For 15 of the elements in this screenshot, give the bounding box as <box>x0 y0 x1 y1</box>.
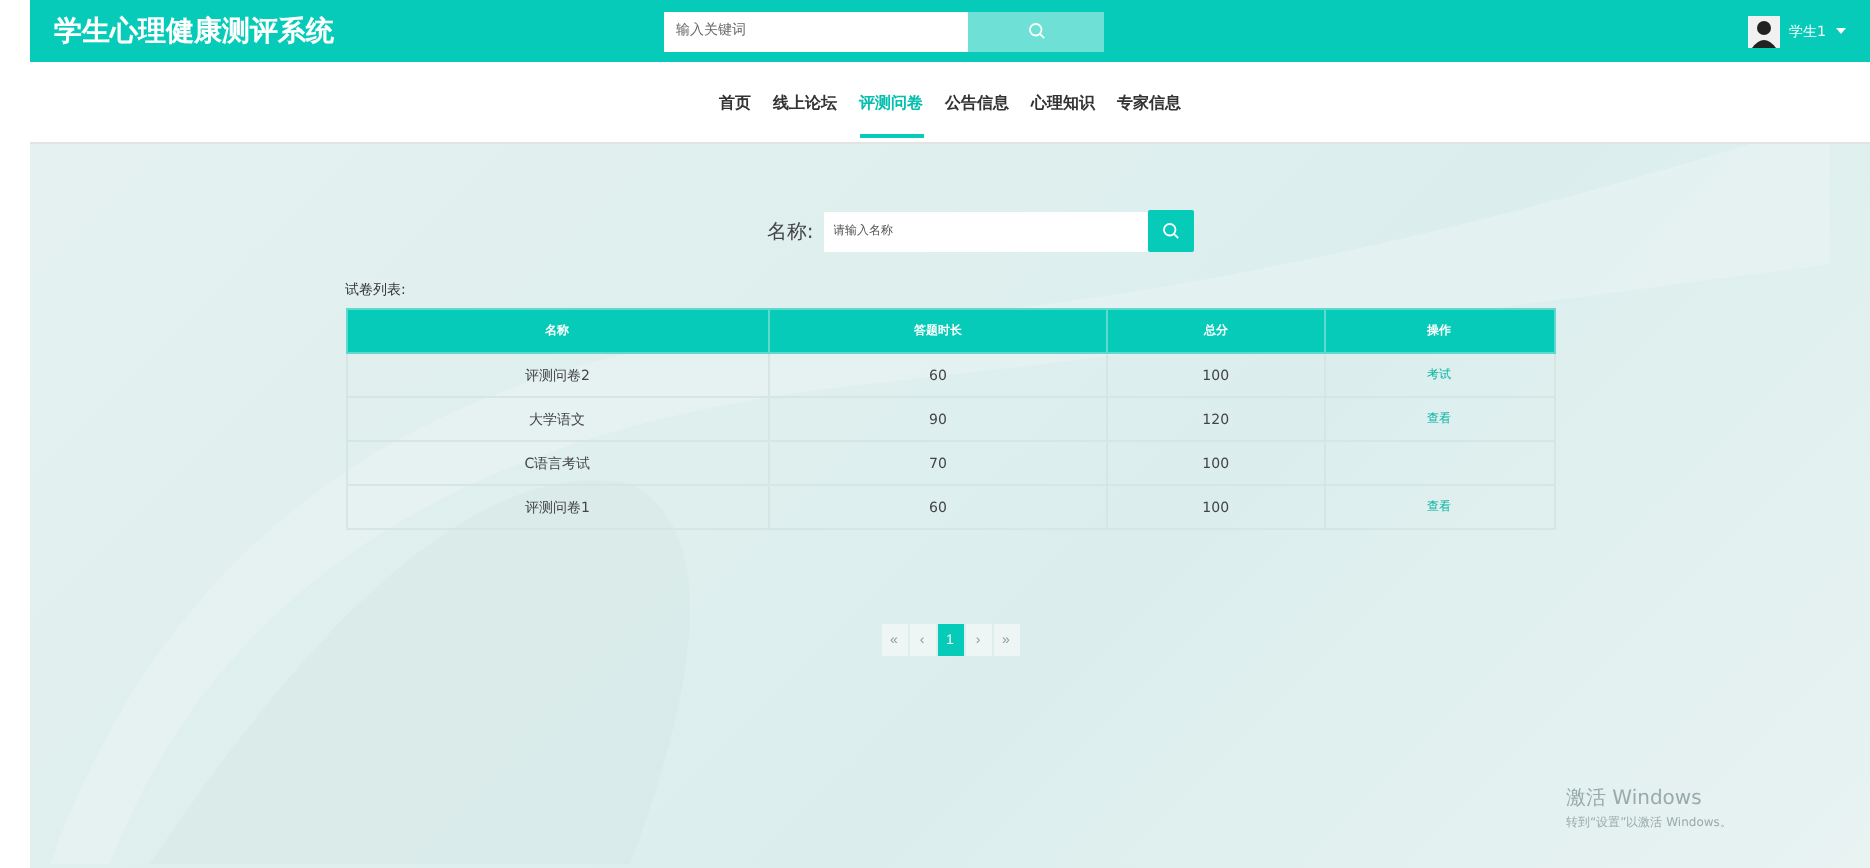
nav-tab[interactable]: 心理知识 <box>1031 67 1095 137</box>
nav-tab[interactable]: 公告信息 <box>945 67 1009 137</box>
search-icon <box>1027 22 1045 40</box>
caret-icon[interactable] <box>1836 27 1846 35</box>
search-icon <box>1161 222 1180 240</box>
nav-tab[interactable]: 专家信息 <box>1117 67 1181 137</box>
search-button[interactable] <box>1147 210 1194 252</box>
filter-label: 名称: <box>766 219 814 245</box>
avatar-icon[interactable] <box>1747 15 1780 47</box>
activation-title: 激活 Windows <box>1566 786 1704 812</box>
nav-tab[interactable]: 线上论坛 <box>773 67 837 137</box>
nav-tab[interactable]: 评测问卷 <box>859 67 923 137</box>
search-button[interactable] <box>968 11 1104 51</box>
nav-tab[interactable]: 首页 <box>719 67 751 137</box>
app-title: 学生心理健康测评系统 <box>54 13 336 49</box>
